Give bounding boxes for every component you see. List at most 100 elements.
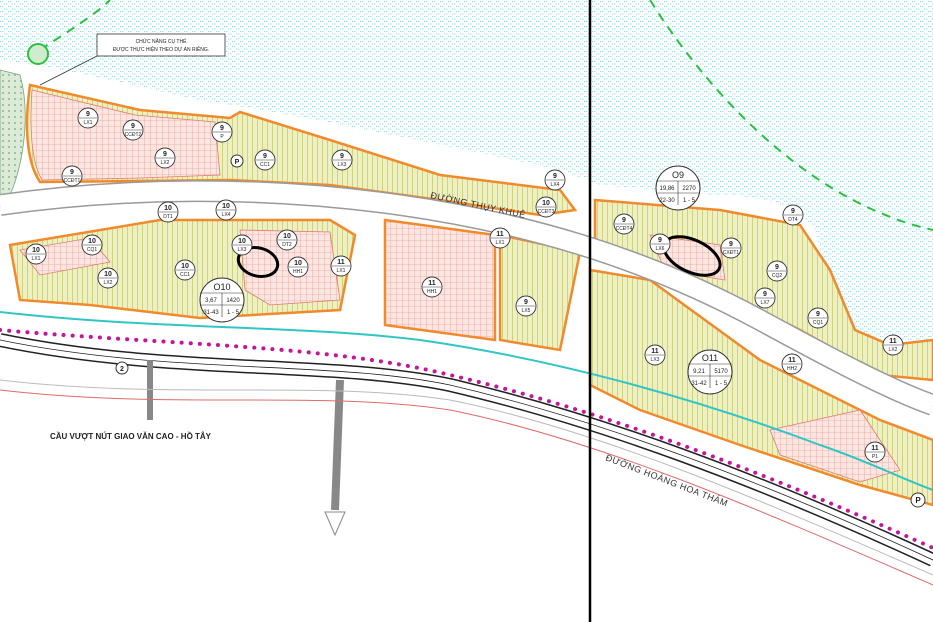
planning-map: CHỨC NĂNG CỤ THỂ ĐƯỢC THỰC HIỆN THEO DỰ …: [0, 0, 933, 622]
parcel-marker: 10LX3: [231, 234, 253, 256]
parcel-code: LX1: [84, 120, 93, 126]
parcel-number: 10: [222, 203, 230, 210]
parcel-code: HH1: [427, 289, 437, 295]
parcel-code: LX1: [337, 268, 346, 274]
parcel-marker: 11LX3: [644, 344, 666, 366]
parcel-number: 10: [88, 238, 96, 245]
parcel-number: 9: [816, 311, 820, 318]
parcel-marker: 10LX2: [97, 267, 119, 289]
parcel-code: CXĐT1: [723, 250, 740, 256]
parcel-number: 10: [542, 200, 550, 207]
park-west: [0, 69, 26, 201]
parcel-marker: 10CQ1: [81, 234, 103, 256]
block-HH1: [383, 218, 497, 342]
parcel-marker: 9 CCĐT2: [122, 119, 144, 141]
parcel-code: LX4: [551, 182, 560, 188]
svg-text:1420: 1420: [226, 298, 240, 304]
parcel-marker: 11LX1: [489, 227, 511, 249]
svg-text:2: 2: [120, 366, 124, 373]
parcel-code: CCĐT4: [616, 226, 633, 232]
route-marker: 2: [115, 361, 129, 375]
parcel-marker: 9LX6: [649, 233, 671, 255]
svg-text:P: P: [235, 159, 240, 166]
parcel-number: 9: [163, 151, 167, 158]
parcel-number: 9: [220, 125, 224, 132]
parcel-number: 11: [651, 348, 659, 355]
parcel-marker: 11HH2: [781, 353, 803, 375]
bridge-label: CẦU VƯỢT NÚT GIAO VĂN CAO - HỒ TÂY: [50, 431, 212, 441]
parcel-number: 9: [729, 241, 733, 248]
svg-text:9,21: 9,21: [693, 369, 705, 375]
block-info-O9: O9 19,86 2270 22-30 1 - 5: [655, 165, 701, 211]
parcel-number: 10: [104, 271, 112, 278]
parcel-marker: 11LX2: [882, 334, 904, 356]
parcel-number: 10: [238, 238, 246, 245]
parcel-number: 9: [622, 217, 626, 224]
parcel-number: 9: [791, 208, 795, 215]
parcel-marker: 9 CCĐT4: [613, 213, 635, 235]
parcel-number: 9: [86, 111, 90, 118]
parcel-code: LX2: [889, 347, 898, 353]
parcel-code: LX3: [338, 162, 347, 168]
parcel-marker: 9LX1: [77, 107, 99, 129]
parcel-marker: 10DT2: [276, 229, 298, 251]
parcel-marker: 9 CXĐT1: [720, 237, 742, 259]
parcel-marker: 9LX3: [331, 149, 353, 171]
parcel-code: LX6: [656, 246, 665, 252]
parcel-code: LX5: [522, 308, 531, 314]
parking-icon: P: [230, 154, 244, 168]
parcel-marker: 10 CCĐT3: [535, 196, 557, 218]
parcel-code: LX1: [496, 240, 505, 246]
parcel-marker: 9CQ1: [807, 307, 829, 329]
parcel-marker: 10LX4: [215, 199, 237, 221]
parcel-marker: 9 CCĐT1: [61, 165, 83, 187]
parcel-marker: 9LX5: [515, 295, 537, 317]
parcel-marker: 9DT4: [782, 204, 804, 226]
parcel-marker: 9CC1: [254, 149, 276, 171]
parcel-code: CCĐT1: [64, 178, 81, 184]
parcel-number: 11: [871, 445, 879, 452]
svg-text:5170: 5170: [714, 369, 728, 375]
parcel-marker: 9CQ2: [766, 260, 788, 282]
parcel-marker: 11LX1: [330, 255, 352, 277]
parcel-code: LX3: [651, 357, 660, 363]
parcel-marker: 11HH1: [421, 276, 443, 298]
parcel-number: 11: [496, 231, 504, 238]
parcel-number: 9: [763, 291, 767, 298]
bridge-arrow: [324, 511, 346, 537]
parcel-number: 9: [658, 237, 662, 244]
parcel-marker: 9LX7: [754, 287, 776, 309]
parcel-number: 9: [524, 299, 528, 306]
parcel-code: LX2: [161, 160, 170, 166]
svg-text:3,67: 3,67: [205, 298, 217, 304]
parcel-code: HH2: [787, 366, 797, 372]
parcel-code: LX1: [32, 256, 41, 262]
parcel-number: 9: [775, 264, 779, 271]
parcel-code: HH1: [293, 269, 303, 275]
svg-text:1 - 5: 1 - 5: [715, 381, 728, 387]
parcel-code: DT2: [282, 242, 292, 248]
parcel-code: LX7: [761, 300, 770, 306]
parcel-marker: 9P: [211, 121, 233, 143]
parcel-code: CC1: [260, 162, 270, 168]
parcel-number: 11: [889, 338, 897, 345]
parcel-code: DT4: [788, 217, 798, 223]
parcel-code: CQ1: [813, 320, 824, 326]
parcel-number: 9: [340, 153, 344, 160]
boundary-node: [27, 43, 49, 65]
parcel-marker: 10HH1: [287, 256, 309, 278]
parcel-marker: 9LX4: [544, 169, 566, 191]
svg-text:31-43: 31-43: [203, 310, 219, 316]
svg-text:O10: O10: [213, 282, 230, 292]
svg-text:22-30: 22-30: [659, 198, 675, 204]
parcel-code: CQ2: [772, 273, 783, 279]
parcel-marker: 10LX1: [25, 243, 47, 265]
parcel-marker: 9LX2: [154, 147, 176, 169]
svg-text:1 - 5: 1 - 5: [227, 310, 240, 316]
parcel-marker: 10DT1: [157, 201, 179, 223]
parcel-code: CCĐT3: [538, 209, 555, 215]
parcel-number: 9: [263, 153, 267, 160]
parcel-code: P1: [872, 454, 878, 460]
parcel-code: LX3: [238, 247, 247, 253]
parking-icon: P: [910, 492, 926, 508]
